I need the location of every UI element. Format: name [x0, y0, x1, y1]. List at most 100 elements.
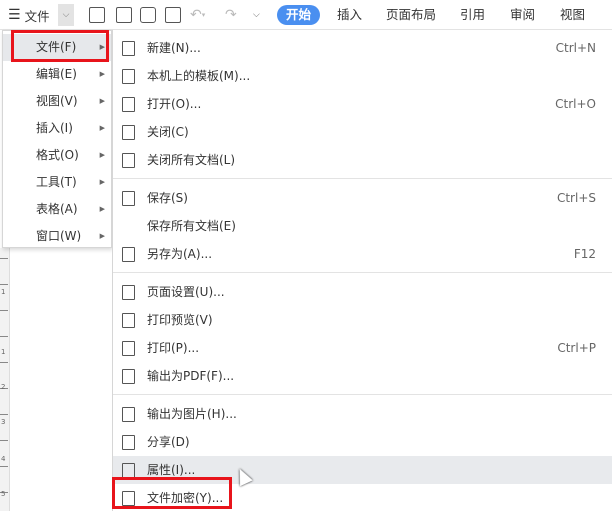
menu-item-label: 另存为(A)... [147, 247, 213, 261]
tab-start[interactable]: 开始 [277, 5, 321, 25]
highlight-box-encrypt [112, 477, 232, 509]
menu-item-label: 工具(T) [36, 175, 77, 189]
file-menu-item[interactable]: 打印(P)... Ctrl+P [113, 334, 612, 362]
menu-item-table[interactable]: 表格(A) ▶ [3, 196, 111, 223]
menu-item-label: 关闭(C) [147, 125, 189, 139]
main-menu-button[interactable]: ☰ 文件 [8, 0, 50, 30]
menu-item-label: 分享(D) [147, 435, 190, 449]
menu-item-label: 属性(I)... [147, 463, 196, 477]
save-icon [122, 191, 135, 206]
menu-item-label: 表格(A) [36, 202, 78, 216]
shortcut-label: Ctrl+O [555, 97, 596, 111]
print-preview-icon [122, 313, 135, 328]
menu-dropdown-button[interactable]: ⌵ [58, 4, 74, 26]
file-menu-item[interactable]: 分享(D) [113, 428, 612, 456]
image-icon [122, 407, 135, 422]
file-submenu: 新建(N)... Ctrl+N 本机上的模板(M)... 打开(O)... Ctrl+O… [112, 30, 612, 511]
chevron-right-icon: ▶ [99, 97, 105, 105]
chevron-right-icon: ▶ [99, 205, 105, 213]
file-menu-item[interactable]: 输出为PDF(F)... [113, 362, 612, 390]
template-icon [122, 69, 135, 84]
chevron-right-icon: ▶ [99, 70, 105, 78]
chevron-right-icon: ▶ [99, 232, 105, 240]
file-menu-item[interactable]: 关闭(C) [113, 118, 612, 146]
shortcut-label: Ctrl+S [556, 191, 596, 205]
ruler-number: 1 [1, 348, 6, 356]
menu-item-label: 页面设置(U)... [147, 285, 225, 299]
menu-item-label: 窗口(W) [36, 229, 82, 243]
menu-item-label: 视图(V) [36, 94, 78, 108]
page-setup-icon [122, 285, 135, 300]
print-icon[interactable] [140, 7, 156, 23]
new-doc-icon [122, 41, 135, 56]
file-menu-item[interactable]: 本机上的模板(M)... [113, 62, 612, 90]
tab-page-layout[interactable]: 页面布局 [386, 5, 436, 25]
shortcut-label: F12 [573, 247, 596, 261]
ruler-number: 1 [1, 288, 6, 296]
menu-separator [113, 394, 612, 395]
main-menu: 文件(F) ▶ 编辑(E) ▶ 视图(V) ▶ 插入(I) ▶ 格式(O) ▶ 工具(T)… [2, 30, 112, 248]
menu-item-view[interactable]: 视图(V) ▶ [3, 88, 111, 115]
toolbar: ☰ 文件 ⌵ ↶ ▾ ↷ ⌵ 开始 插入 页面布局 引用 审阅 视图 [0, 0, 612, 30]
tab-insert[interactable]: 插入 [337, 5, 362, 25]
folder-open-icon [122, 97, 135, 112]
close-all-icon [122, 153, 135, 168]
vertical-ruler: 1 1 2 3 4 5 [0, 248, 10, 511]
properties-icon [122, 463, 135, 478]
close-doc-icon [122, 125, 135, 140]
ruler-number: 3 [1, 418, 6, 426]
ruler-number: 2 [1, 383, 6, 391]
shortcut-label: Ctrl+P [557, 341, 596, 355]
tab-review[interactable]: 审阅 [510, 5, 535, 25]
menu-item-label: 打印(P)... [147, 341, 200, 355]
tab-view[interactable]: 视图 [560, 5, 585, 25]
menu-item-label: 保存所有文档(E) [147, 219, 236, 233]
share-icon [122, 435, 135, 450]
menu-item-label: 编辑(E) [36, 67, 77, 81]
file-menu-item[interactable]: 保存所有文档(E) [113, 212, 612, 240]
menu-item-label: 保存(S) [147, 191, 188, 205]
redo-icon[interactable]: ↷ [225, 0, 237, 30]
file-menu-item[interactable]: 新建(N)... Ctrl+N [113, 34, 612, 62]
shortcut-label: Ctrl+N [555, 41, 596, 55]
menu-item-edit[interactable]: 编辑(E) ▶ [3, 61, 111, 88]
file-menu-item[interactable]: 打印预览(V) [113, 306, 612, 334]
highlight-box-file [11, 30, 109, 62]
print-icon [122, 341, 135, 356]
file-menu-item[interactable]: 输出为图片(H)... [113, 400, 612, 428]
file-menu-item[interactable]: 页面设置(U)... [113, 278, 612, 306]
menu-item-label: 格式(O) [36, 148, 79, 162]
menu-item-label: 打开(O)... [147, 97, 202, 111]
chevron-right-icon: ▶ [99, 124, 105, 132]
chevron-right-icon: ▶ [99, 151, 105, 159]
export-pdf-icon[interactable] [116, 7, 132, 23]
undo-icon[interactable]: ↶ ▾ [190, 0, 205, 30]
menu-item-label: 输出为图片(H)... [147, 407, 237, 421]
file-menu-item[interactable]: 关闭所有文档(L) [113, 146, 612, 174]
more-icon[interactable]: ⌵ [253, 0, 260, 30]
menu-item-window[interactable]: 窗口(W) ▶ [3, 223, 111, 250]
menu-item-format[interactable]: 格式(O) ▶ [3, 142, 111, 169]
menu-item-label: 插入(I) [36, 121, 73, 135]
menu-separator [113, 178, 612, 179]
save-as-icon [122, 247, 135, 262]
file-menu-item[interactable]: 保存(S) Ctrl+S [113, 184, 612, 212]
hamburger-icon: ☰ [8, 7, 21, 23]
save-icon[interactable] [89, 7, 105, 23]
print-preview-icon[interactable] [165, 7, 181, 23]
menu-separator [113, 272, 612, 273]
menu-item-tools[interactable]: 工具(T) ▶ [3, 169, 111, 196]
menu-item-label: 打印预览(V) [147, 313, 213, 327]
tab-references[interactable]: 引用 [460, 5, 485, 25]
menu-label: 文件 [24, 8, 50, 24]
file-menu-item[interactable]: 另存为(A)... F12 [113, 240, 612, 268]
file-menu-item[interactable]: 打开(O)... Ctrl+O [113, 90, 612, 118]
pdf-icon [122, 369, 135, 384]
menu-item-insert[interactable]: 插入(I) ▶ [3, 115, 111, 142]
menu-item-label: 本机上的模板(M)... [147, 69, 251, 83]
ruler-number: 5 [1, 490, 6, 498]
menu-item-label: 新建(N)... [147, 41, 201, 55]
menu-item-label: 关闭所有文档(L) [147, 153, 236, 167]
chevron-right-icon: ▶ [99, 178, 105, 186]
ruler-number: 4 [1, 455, 6, 463]
